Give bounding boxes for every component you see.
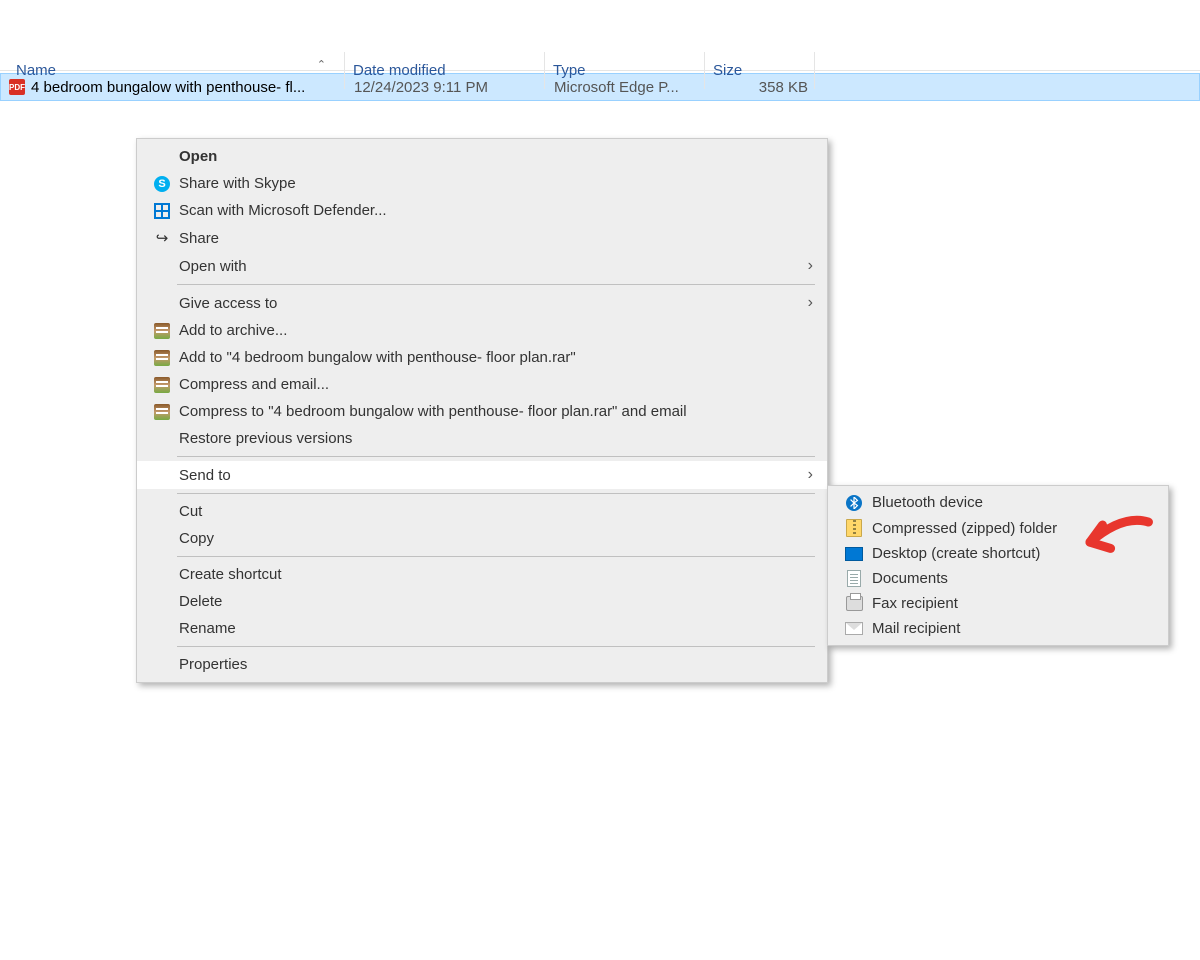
column-header-row: Name ⌃ Date modified Type Size [0,0,1200,71]
submenu-documents-label: Documents [866,570,948,587]
annotation-arrow-icon [1067,506,1162,577]
menu-open[interactable]: Open [137,143,827,170]
submenu-zipped-label: Compressed (zipped) folder [866,520,1057,537]
menu-open-label: Open [173,148,217,165]
menu-compress-email-label: Compress and email... [173,376,329,393]
chevron-right-icon: › [808,294,813,312]
menu-cut-label: Cut [173,503,202,520]
menu-send-to-label: Send to [173,467,231,484]
menu-create-shortcut-label: Create shortcut [173,566,282,583]
documents-icon [847,570,861,587]
submenu-mail[interactable]: Mail recipient [828,616,1168,641]
menu-create-shortcut[interactable]: Create shortcut [137,561,827,588]
submenu-fax[interactable]: Fax recipient [828,591,1168,616]
menu-properties[interactable]: Properties [137,651,827,678]
menu-compress-rar-email-label: Compress to "4 bedroom bungalow with pen… [173,403,687,420]
menu-separator [177,556,815,557]
menu-defender[interactable]: Scan with Microsoft Defender... [137,197,827,224]
context-menu: Open Share with Skype Scan with Microsof… [136,138,828,683]
menu-separator [177,456,815,457]
menu-add-archive-label: Add to archive... [173,322,287,339]
fax-icon [846,596,863,611]
menu-send-to[interactable]: Send to › [137,461,827,489]
menu-defender-label: Scan with Microsoft Defender... [173,202,387,219]
menu-copy[interactable]: Copy [137,525,827,552]
file-size-text: 358 KB [706,79,816,96]
file-date-text: 12/24/2023 9:11 PM [346,79,546,96]
menu-separator [177,646,815,647]
pdf-icon [9,79,25,95]
column-date-label: Date modified [353,62,446,79]
submenu-fax-label: Fax recipient [866,595,958,612]
column-name-label: Name [16,62,56,79]
winrar-icon [154,404,170,420]
column-size-label: Size [713,62,742,79]
menu-open-with-label: Open with [173,258,247,275]
menu-properties-label: Properties [173,656,247,673]
menu-give-access-label: Give access to [173,295,277,312]
desktop-icon [845,547,863,561]
menu-delete[interactable]: Delete [137,588,827,615]
winrar-icon [154,350,170,366]
menu-copy-label: Copy [173,530,214,547]
menu-share-skype[interactable]: Share with Skype [137,170,827,197]
menu-cut[interactable]: Cut [137,498,827,525]
menu-add-rar[interactable]: Add to "4 bedroom bungalow with penthous… [137,344,827,371]
submenu-mail-label: Mail recipient [866,620,960,637]
winrar-icon [154,323,170,339]
file-name-text: 4 bedroom bungalow with penthouse- fl... [31,79,305,96]
menu-rename[interactable]: Rename [137,615,827,642]
sort-caret-icon: ⌃ [317,58,326,71]
menu-restore[interactable]: Restore previous versions [137,425,827,452]
zip-folder-icon [846,519,862,537]
column-type-label: Type [553,62,586,79]
menu-add-archive[interactable]: Add to archive... [137,317,827,344]
menu-rename-label: Rename [173,620,236,637]
mail-icon [845,622,863,635]
menu-compress-email[interactable]: Compress and email... [137,371,827,398]
menu-open-with[interactable]: Open with › [137,252,827,280]
submenu-bluetooth-label: Bluetooth device [866,494,983,511]
defender-icon [154,203,170,219]
file-type-text: Microsoft Edge P... [546,79,706,96]
menu-compress-rar-email[interactable]: Compress to "4 bedroom bungalow with pen… [137,398,827,425]
menu-delete-label: Delete [173,593,222,610]
menu-give-access[interactable]: Give access to › [137,289,827,317]
chevron-right-icon: › [808,257,813,275]
menu-restore-label: Restore previous versions [173,430,352,447]
menu-separator [177,284,815,285]
bluetooth-icon [846,495,862,511]
share-icon: ↪ [156,229,169,247]
skype-icon [154,176,170,192]
winrar-icon [154,377,170,393]
menu-add-rar-label: Add to "4 bedroom bungalow with penthous… [173,349,576,366]
chevron-right-icon: › [808,466,813,484]
menu-separator [177,493,815,494]
menu-share[interactable]: ↪ Share [137,224,827,252]
menu-share-label: Share [173,230,219,247]
submenu-desktop-label: Desktop (create shortcut) [866,545,1040,562]
menu-skype-label: Share with Skype [173,175,296,192]
